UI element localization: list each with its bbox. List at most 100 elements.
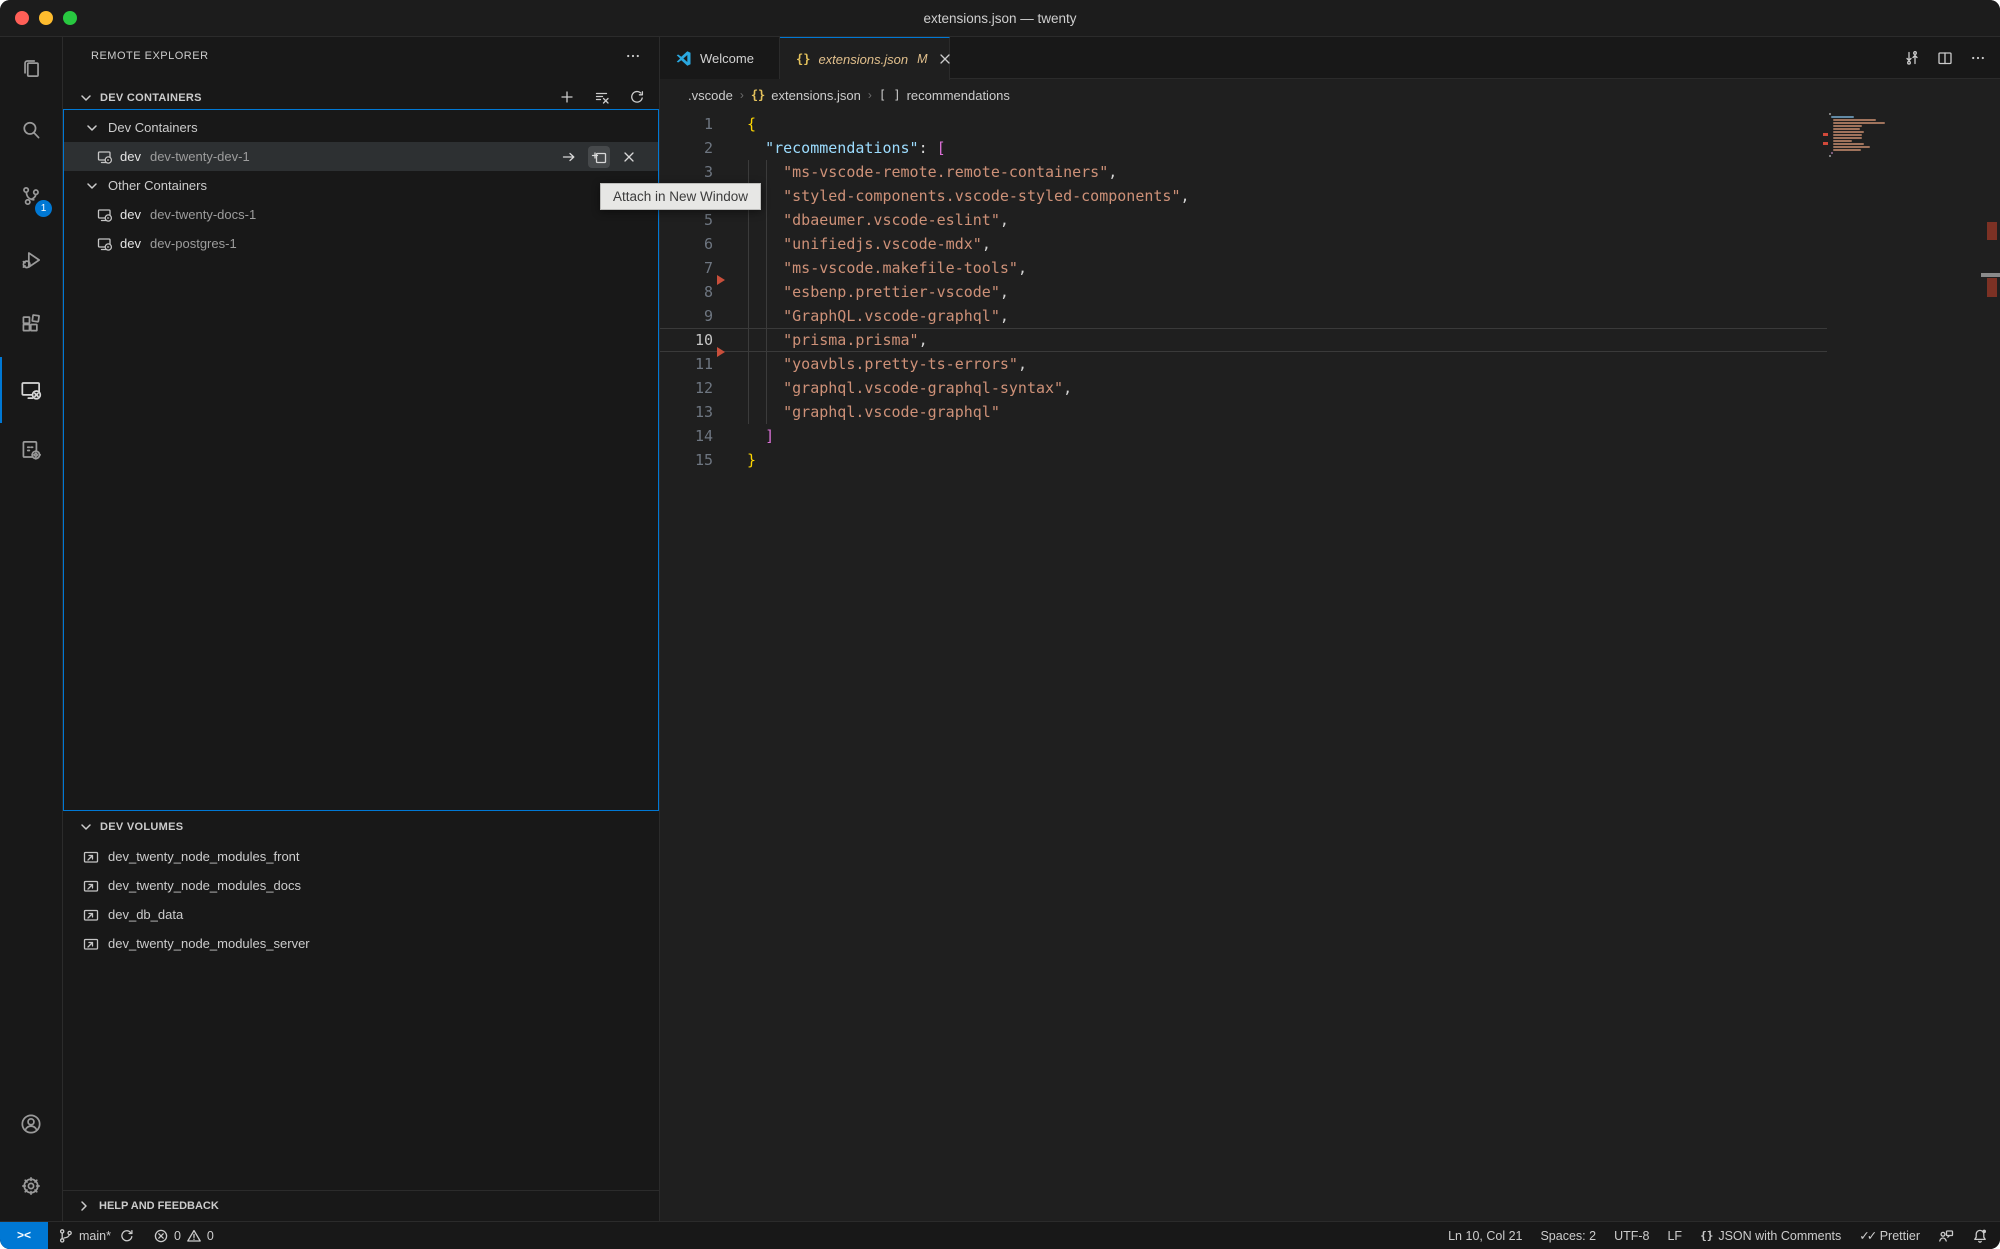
add-dev-container-icon[interactable] — [557, 86, 577, 108]
notifications-bell-icon[interactable] — [1972, 1228, 1988, 1244]
code-editor[interactable]: 1{2 "recommendations": [3 "ms-vscode-rem… — [660, 111, 2000, 1221]
minimap-git-marker — [1823, 133, 1828, 136]
activity-bar: 1 — [0, 37, 63, 1221]
code-line[interactable]: 5 "dbaeumer.vscode-eslint", — [660, 208, 2000, 232]
branch-status[interactable]: main* — [58, 1228, 111, 1244]
code-line[interactable]: 6 "unifiedjs.vscode-mdx", — [660, 232, 2000, 256]
container-row-actions — [558, 146, 640, 168]
eol-sequence[interactable]: LF — [1667, 1229, 1682, 1243]
line-number[interactable]: 12 — [660, 376, 713, 400]
line-number[interactable]: 2 — [660, 136, 713, 160]
container-item[interactable]: devdev-postgres-1 — [64, 229, 658, 258]
section-header-dev-volumes[interactable]: DEV VOLUMES — [63, 813, 659, 840]
overview-ruler-cursor-mark — [1981, 273, 2000, 277]
line-number[interactable]: 6 — [660, 232, 713, 256]
breadcrumb-item[interactable]: recommendations — [907, 88, 1010, 103]
remote-explorer-icon[interactable] — [7, 366, 55, 414]
tree-group-dev-containers[interactable]: Dev Containers — [64, 113, 658, 142]
tab-welcome[interactable]: Welcome — [660, 37, 780, 79]
code-line[interactable]: 9 "GraphQL.vscode-graphql", — [660, 304, 2000, 328]
remote-indicator[interactable]: >< — [0, 1222, 48, 1249]
code-line[interactable]: 13 "graphql.vscode-graphql" — [660, 400, 2000, 424]
sidebar-remote-explorer: REMOTE EXPLORER DEV CONTAINERS Dev Conta… — [63, 37, 660, 1221]
more-actions-icon[interactable] — [1970, 50, 1986, 66]
code-line-text: "styled-components.vscode-styled-compone… — [747, 187, 1190, 205]
chevron-down-icon — [78, 90, 94, 106]
volume-item[interactable]: dev_twenty_node_modules_server — [63, 929, 659, 958]
code-line[interactable]: 1{ — [660, 112, 2000, 136]
minimap[interactable] — [1827, 113, 1893, 253]
line-number[interactable]: 10 — [660, 328, 713, 352]
line-number[interactable]: 7 — [660, 256, 713, 280]
indentation[interactable]: Spaces: 2 — [1540, 1229, 1596, 1243]
line-number[interactable]: 3 — [660, 160, 713, 184]
attach-in-new-window-icon[interactable] — [588, 146, 610, 168]
code-line[interactable]: 3 "ms-vscode-remote.remote-containers", — [660, 160, 2000, 184]
stop-container-icon[interactable] — [618, 146, 640, 168]
tab-label: extensions.json — [818, 52, 908, 67]
code-line[interactable]: 2 "recommendations": [ — [660, 136, 2000, 160]
settings-icon[interactable] — [7, 1162, 55, 1210]
code-line[interactable]: 15} — [660, 448, 2000, 472]
language-mode[interactable]: {̇}JSON with Comments — [1700, 1229, 1841, 1243]
sync-icon[interactable] — [119, 1228, 135, 1244]
open-changes-icon[interactable] — [1904, 50, 1920, 66]
clean-up-containers-icon[interactable] — [592, 86, 612, 108]
breadcrumb-item[interactable]: .vscode — [688, 88, 733, 103]
breadcrumb-item[interactable]: extensions.json — [771, 88, 861, 103]
code-line[interactable]: 8 "esbenp.prettier-vscode", — [660, 280, 2000, 304]
code-line[interactable]: 4 "styled-components.vscode-styled-compo… — [660, 184, 2000, 208]
formatter-status[interactable]: ✓✓ Prettier — [1859, 1228, 1920, 1243]
minimap-line — [1833, 125, 1862, 127]
vscode-logo-icon — [675, 50, 692, 67]
chevron-right-icon — [76, 1198, 92, 1214]
line-number[interactable]: 15 — [660, 448, 713, 472]
volume-item[interactable]: dev_db_data — [63, 900, 659, 929]
line-number[interactable]: 11 — [660, 352, 713, 376]
line-number[interactable]: 1 — [660, 112, 713, 136]
minimap-line — [1833, 146, 1870, 148]
explorer-icon[interactable] — [7, 44, 55, 92]
code-line[interactable]: 7 "ms-vscode.makefile-tools", — [660, 256, 2000, 280]
close-tab-icon[interactable] — [937, 51, 953, 67]
problems-status[interactable]: 00 — [153, 1228, 214, 1244]
section-header-help-and-feedback[interactable]: HELP AND FEEDBACK — [63, 1190, 659, 1221]
volume-item[interactable]: dev_twenty_node_modules_front — [63, 842, 659, 871]
accounts-icon[interactable] — [7, 1100, 55, 1148]
line-number[interactable]: 8 — [660, 280, 713, 304]
attach-in-current-window-icon[interactable] — [558, 146, 580, 168]
dev-containers-tree: Dev Containersdevdev-twenty-dev-1Other C… — [63, 109, 659, 811]
line-number[interactable]: 13 — [660, 400, 713, 424]
code-line[interactable]: 12 "graphql.vscode-graphql-syntax", — [660, 376, 2000, 400]
line-number[interactable]: 14 — [660, 424, 713, 448]
search-icon[interactable] — [7, 106, 55, 154]
tree-group-other-containers[interactable]: Other Containers — [64, 171, 658, 200]
container-item[interactable]: devdev-twenty-dev-1 — [64, 142, 658, 171]
line-number[interactable]: 9 — [660, 304, 713, 328]
volume-item[interactable]: dev_twenty_node_modules_docs — [63, 871, 659, 900]
volume-label: dev_twenty_node_modules_docs — [108, 878, 301, 893]
feedback-icon[interactable] — [1938, 1228, 1954, 1244]
code-line[interactable]: 14 ] — [660, 424, 2000, 448]
container-item[interactable]: devdev-twenty-docs-1 — [64, 200, 658, 229]
code-line[interactable]: 10 "prisma.prisma", — [660, 328, 2000, 352]
minimap-line — [1833, 143, 1864, 145]
sidebar-more-actions-icon[interactable] — [625, 48, 641, 64]
refresh-icon[interactable] — [627, 86, 647, 108]
container-tools-icon[interactable] — [7, 426, 55, 474]
line-number[interactable]: 5 — [660, 208, 713, 232]
overview-ruler-change-mark — [1987, 222, 1997, 240]
code-line-text: "recommendations": [ — [747, 139, 946, 157]
code-line-text: } — [747, 451, 756, 469]
cursor-position[interactable]: Ln 10, Col 21 — [1448, 1229, 1522, 1243]
extensions-icon[interactable] — [7, 300, 55, 348]
chevron-down-icon — [78, 819, 94, 835]
encoding[interactable]: UTF-8 — [1614, 1229, 1649, 1243]
split-editor-icon[interactable] — [1937, 50, 1953, 66]
run-debug-icon[interactable] — [7, 236, 55, 284]
source-control-badge: 1 — [35, 200, 52, 217]
source-control-icon[interactable]: 1 — [7, 172, 55, 220]
section-header-dev-containers[interactable]: DEV CONTAINERS — [63, 84, 659, 111]
tab-extensions-json[interactable]: {}extensions.jsonM — [780, 37, 950, 80]
code-line[interactable]: 11 "yoavbls.pretty-ts-errors", — [660, 352, 2000, 376]
